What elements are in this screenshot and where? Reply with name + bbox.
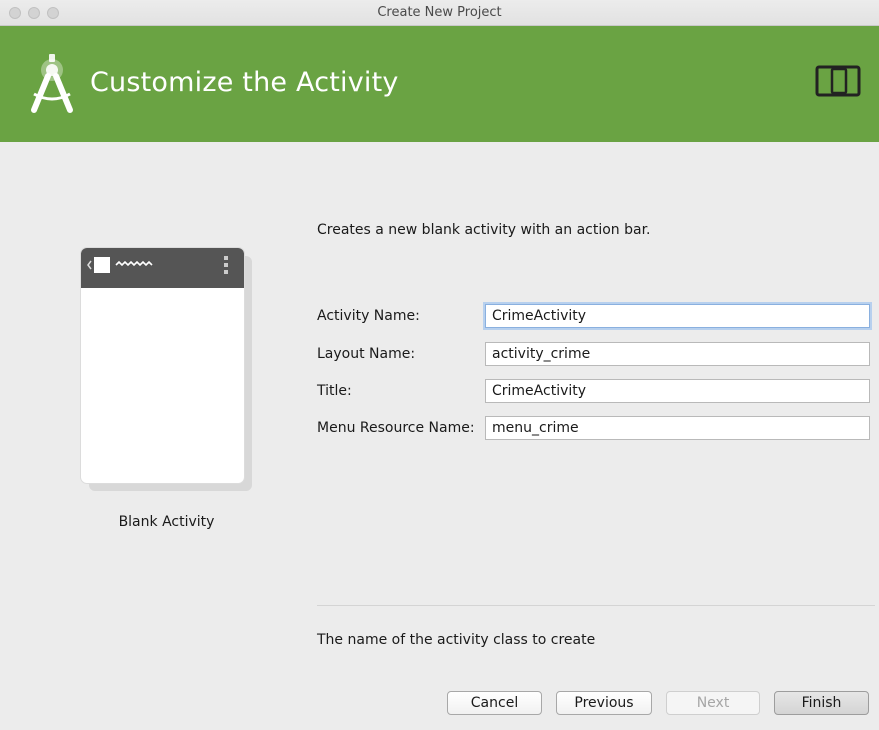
finish-button[interactable]: Finish	[774, 691, 869, 715]
header-banner: Customize the Activity	[0, 26, 879, 142]
title-row: Title:	[317, 379, 875, 404]
window-title: Create New Project	[377, 5, 502, 20]
template-label: Blank Activity	[118, 514, 215, 530]
phone-tablet-icon	[815, 65, 861, 97]
preview-action-bar	[81, 248, 244, 288]
activity-name-row: Activity Name:	[317, 304, 875, 329]
activity-name-field[interactable]	[485, 304, 870, 328]
action-bar-glyphs-icon	[87, 256, 228, 274]
menu-resource-name-field[interactable]	[485, 416, 870, 440]
next-button[interactable]: Next	[666, 691, 760, 715]
page-title: Customize the Activity	[90, 67, 399, 98]
layout-name-row: Layout Name:	[317, 342, 875, 367]
menu-resource-name-label: Menu Resource Name:	[317, 420, 475, 436]
title-label: Title:	[317, 383, 352, 399]
create-project-window: Create New Project Customize the Activit…	[0, 0, 879, 730]
layout-name-label: Layout Name:	[317, 346, 416, 362]
previous-button[interactable]: Previous	[556, 691, 652, 715]
activity-name-label: Activity Name:	[317, 308, 420, 324]
field-help-text: The name of the activity class to create	[317, 632, 596, 648]
cancel-button[interactable]: Cancel	[447, 691, 542, 715]
layout-name-field[interactable]	[485, 342, 870, 366]
activity-description: Creates a new blank activity with an act…	[317, 222, 651, 238]
activity-preview	[81, 248, 244, 483]
title-field[interactable]	[485, 379, 870, 403]
divider	[317, 605, 875, 606]
android-studio-logo-icon	[31, 54, 73, 113]
menu-resource-name-row: Menu Resource Name:	[317, 416, 875, 441]
title-bar: Create New Project	[0, 0, 879, 26]
